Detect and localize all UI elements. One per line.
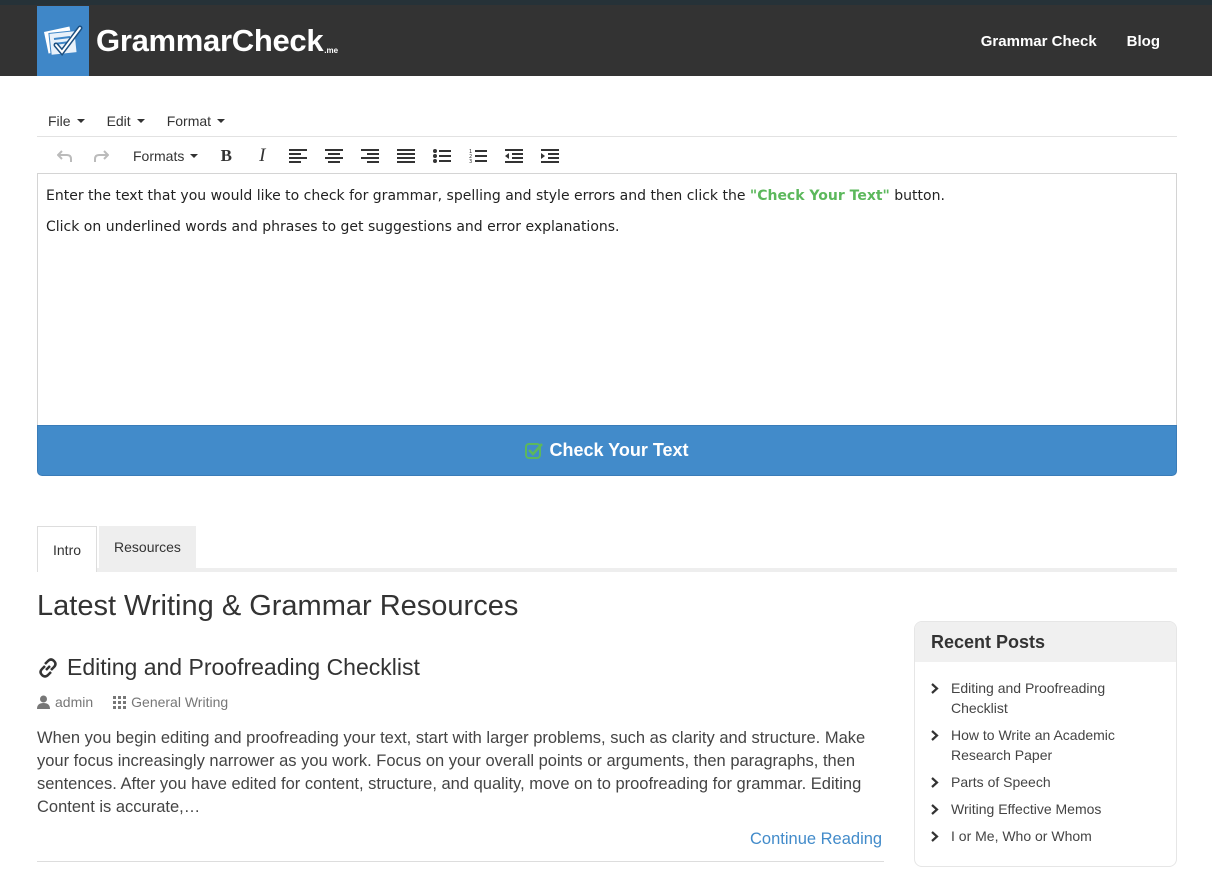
numbered-list-icon: 123 xyxy=(469,149,488,164)
logo-text: GrammarCheck xyxy=(96,23,324,58)
align-right-icon xyxy=(361,149,380,163)
nav-grammar-check[interactable]: Grammar Check xyxy=(981,33,1097,50)
outdent-button[interactable] xyxy=(496,142,532,170)
recent-posts-widget: Recent Posts Editing and Proofreading Ch… xyxy=(914,621,1177,867)
post-category[interactable]: General Writing xyxy=(113,694,228,710)
menu-file[interactable]: File xyxy=(48,113,85,129)
align-right-button[interactable] xyxy=(352,142,388,170)
justify-button[interactable] xyxy=(388,142,424,170)
check-your-text-button[interactable]: Check Your Text xyxy=(37,425,1177,476)
section-title: Latest Writing & Grammar Resources xyxy=(37,590,519,622)
justify-icon xyxy=(397,149,416,163)
list-item[interactable]: Editing and Proofreading Checklist xyxy=(931,678,1162,718)
post-meta: admin General Writing xyxy=(37,694,228,710)
list-item[interactable]: Parts of Speech xyxy=(931,772,1162,792)
editor-instruction-line-1: Enter the text that you would like to ch… xyxy=(46,188,945,204)
check-square-icon xyxy=(525,442,544,459)
undo-button[interactable] xyxy=(47,142,83,170)
content-tabs: Intro Resources xyxy=(37,526,1177,572)
continue-reading-link[interactable]: Continue Reading xyxy=(750,830,882,849)
numbered-list-button[interactable]: 123 xyxy=(460,142,496,170)
logo-suffix: .me xyxy=(324,45,339,55)
post-excerpt: When you begin editing and proofreading … xyxy=(37,729,866,816)
align-center-icon xyxy=(325,149,344,163)
italic-icon: I xyxy=(259,145,266,166)
caret-down-icon xyxy=(217,119,226,123)
chevron-right-icon xyxy=(931,799,951,819)
tab-intro[interactable]: Intro xyxy=(37,526,98,572)
link-icon xyxy=(39,657,57,678)
indent-icon xyxy=(541,149,560,163)
user-icon xyxy=(37,695,50,709)
bullet-list-icon xyxy=(433,149,452,163)
check-your-text-highlight: "Check Your Text" xyxy=(749,188,890,204)
align-left-icon xyxy=(289,149,308,163)
nav-blog[interactable]: Blog xyxy=(1127,33,1160,50)
recent-posts-list: Editing and Proofreading Checklist How t… xyxy=(915,662,1176,846)
caret-down-icon xyxy=(136,119,145,123)
caret-down-icon xyxy=(76,119,85,123)
redo-icon xyxy=(94,150,109,162)
bold-icon: B xyxy=(220,146,233,165)
chevron-right-icon xyxy=(931,826,951,846)
post-divider xyxy=(37,861,884,862)
recent-posts-title: Recent Posts xyxy=(915,622,1176,662)
menu-format[interactable]: Format xyxy=(167,113,226,129)
italic-button[interactable]: I xyxy=(244,142,280,170)
post-author[interactable]: admin xyxy=(37,694,93,710)
undo-icon xyxy=(57,150,72,162)
editor-toolbar: Formats B I 123 xyxy=(37,140,1177,172)
redo-button[interactable] xyxy=(83,142,119,170)
bold-button[interactable]: B xyxy=(208,142,244,170)
post-title[interactable]: Editing and Proofreading Checklist xyxy=(37,654,420,681)
bullet-list-button[interactable] xyxy=(424,142,460,170)
chevron-right-icon xyxy=(931,725,951,745)
indent-button[interactable] xyxy=(532,142,568,170)
list-item[interactable]: Writing Effective Memos xyxy=(931,799,1162,819)
grid-icon xyxy=(113,695,127,709)
formats-dropdown[interactable]: Formats xyxy=(119,142,208,170)
outdent-icon xyxy=(505,149,524,163)
list-item[interactable]: How to Write an Academic Research Paper xyxy=(931,725,1162,765)
align-center-button[interactable] xyxy=(316,142,352,170)
site-header: GrammarCheck .me Grammar Check Blog xyxy=(0,0,1212,76)
tab-resources[interactable]: Resources xyxy=(99,526,196,568)
site-logo[interactable]: GrammarCheck .me xyxy=(37,6,338,76)
editor-menubar: File Edit Format xyxy=(37,106,1177,137)
editor-instruction-line-2: Click on underlined words and phrases to… xyxy=(46,219,620,235)
list-item[interactable]: I or Me, Who or Whom xyxy=(931,826,1162,846)
caret-down-icon xyxy=(190,154,199,158)
svg-text:3: 3 xyxy=(469,159,472,164)
chevron-right-icon xyxy=(931,678,951,698)
text-editor[interactable]: Enter the text that you would like to ch… xyxy=(37,173,1177,425)
main-nav: Grammar Check Blog xyxy=(981,33,1160,50)
menu-edit[interactable]: Edit xyxy=(107,113,145,129)
align-left-button[interactable] xyxy=(280,142,316,170)
logo-check-icon xyxy=(37,6,89,76)
chevron-right-icon xyxy=(931,772,951,792)
